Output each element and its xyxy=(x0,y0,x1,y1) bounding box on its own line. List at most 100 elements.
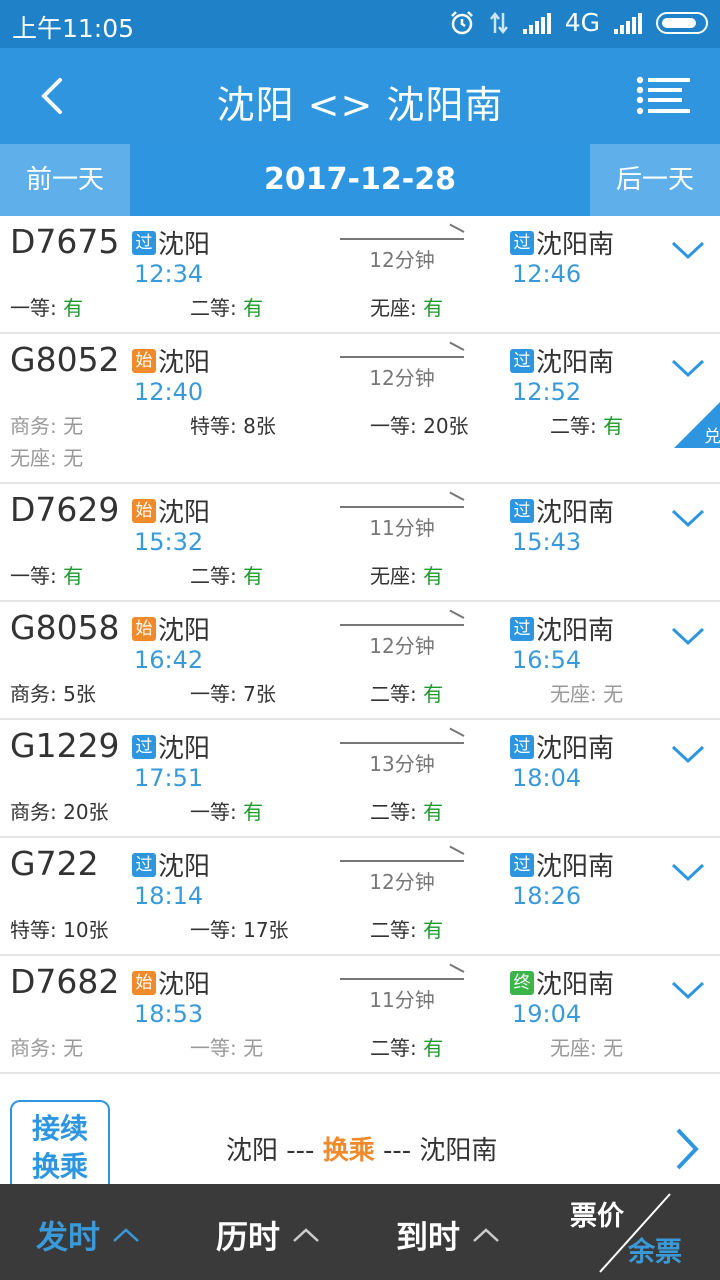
seat-availability: 一等: 无 xyxy=(190,1036,264,1060)
arrival-station: 过沈阳南 xyxy=(510,728,614,765)
status-time: 上午11:05 xyxy=(12,14,135,43)
departure-station: 始沈阳 xyxy=(132,342,210,379)
seat-availability: 特等: 10张 xyxy=(10,918,109,942)
chevron-up-icon xyxy=(113,1228,139,1242)
cell-signal-icon xyxy=(522,12,551,34)
departure-time: 18:14 xyxy=(134,882,204,910)
arrow-icon xyxy=(340,230,464,244)
seat-availability: 商务: 5张 xyxy=(10,682,96,706)
departure-time: 15:32 xyxy=(134,528,204,556)
transfer-row[interactable]: 接续 换乘 沈阳 --- 换乘 --- 沈阳南 xyxy=(0,1086,720,1184)
seat-availability: 二等: 有 xyxy=(190,564,264,588)
status-bar: 上午11:05 4G xyxy=(0,0,720,48)
train-number: G722 xyxy=(10,844,99,883)
seat-availability: 无座: 无 xyxy=(550,682,624,706)
station-tag: 始 xyxy=(132,970,156,995)
sort-bar: 发时 历时 到时 票价 余票 xyxy=(0,1184,720,1280)
chevron-down-icon[interactable] xyxy=(670,624,706,648)
station-tag: 过 xyxy=(510,734,534,759)
train-row[interactable]: G722 过沈阳 18:14 12分钟 过沈阳南 18:26 特等: 10张 一等: 17张 二… xyxy=(0,838,720,956)
station-tag: 过 xyxy=(510,852,534,877)
train-list: D7675 过沈阳 12:34 12分钟过沈阳南 12:46 一等: 有二等: 有无座: … xyxy=(0,216,720,1074)
chevron-down-icon[interactable] xyxy=(670,238,706,262)
seat-availability: 商务: 无 xyxy=(10,1036,84,1060)
next-day-button[interactable]: 后一天 xyxy=(590,144,720,216)
arrow-icon xyxy=(340,498,464,512)
selected-date[interactable]: 2017-12-28 xyxy=(130,144,590,216)
train-row[interactable]: D7682 始沈阳 18:53 11分钟 终沈阳南 19:04 商务: 无 一等: 无 二等: … xyxy=(0,956,720,1074)
arrival-time: 19:04 xyxy=(512,1000,582,1028)
travel-duration: 12分钟 xyxy=(340,230,464,273)
seat-availability: 无座: 有 xyxy=(370,296,444,320)
network-type: 4G xyxy=(564,8,600,37)
departure-time: 12:40 xyxy=(134,378,204,406)
arrival-time: 15:43 xyxy=(512,528,582,556)
sort-departure-button[interactable]: 发时 xyxy=(36,1212,140,1258)
chevron-down-icon[interactable] xyxy=(670,742,706,766)
chevron-down-icon[interactable] xyxy=(670,506,706,530)
chevron-down-icon[interactable] xyxy=(670,356,706,380)
seat-availability: 一等: 有 xyxy=(190,800,264,824)
train-number: D7629 xyxy=(10,490,120,529)
train-number: D7682 xyxy=(10,962,120,1001)
travel-duration: 13分钟 xyxy=(340,734,464,777)
travel-duration: 12分钟 xyxy=(340,348,464,391)
train-row[interactable]: D7675 过沈阳 12:34 12分钟 过沈阳南 12:46 一等: 有 二等: 有 无座: … xyxy=(0,216,720,334)
departure-time: 17:51 xyxy=(134,764,204,792)
chevron-right-icon[interactable] xyxy=(674,1126,702,1172)
train-number: G8052 xyxy=(10,340,120,379)
arrival-time: 18:26 xyxy=(512,882,582,910)
nav-bar: 沈阳 <> 沈阳南 xyxy=(0,48,720,144)
arrival-time: 12:52 xyxy=(512,378,582,406)
station-tag: 始 xyxy=(132,616,156,641)
seat-availability: 无座: 有 xyxy=(370,564,444,588)
station-tag: 过 xyxy=(132,734,156,759)
train-row[interactable]: G8052 始沈阳 12:40 12分钟 过沈阳南 12:52 商务: 无 特等: 8张 一等:… xyxy=(0,334,720,484)
seat-availability: 一等: 有 xyxy=(10,296,84,320)
seat-availability: 二等: 有 xyxy=(370,918,444,942)
chevron-down-icon[interactable] xyxy=(670,860,706,884)
train-number: G8058 xyxy=(10,608,120,647)
departure-station: 始沈阳 xyxy=(132,964,210,1001)
menu-list-icon[interactable] xyxy=(636,76,690,116)
sort-duration-button[interactable]: 历时 xyxy=(216,1212,320,1258)
seat-availability: 无座: 无 xyxy=(10,446,84,470)
price-tickets-toggle[interactable]: 票价 余票 xyxy=(560,1184,720,1280)
prev-day-button[interactable]: 前一天 xyxy=(0,144,130,216)
train-number: D7675 xyxy=(10,222,120,261)
departure-station: 过沈阳 xyxy=(132,846,210,883)
sort-arrival-button[interactable]: 到时 xyxy=(396,1212,500,1258)
cell-signal-icon-2 xyxy=(614,12,642,34)
seat-availability: 二等: 有 xyxy=(190,296,264,320)
arrival-station: 过沈阳南 xyxy=(510,492,614,529)
arrival-station: 过沈阳南 xyxy=(510,846,614,883)
train-row[interactable]: G8058 始沈阳 16:42 12分钟 过沈阳南 16:54 商务: 5张 一等: 7张 二等… xyxy=(0,602,720,720)
train-row[interactable]: D7629 始沈阳 15:32 11分钟 过沈阳南 15:43 一等: 有 二等: 有 无座: … xyxy=(0,484,720,602)
station-tag: 过 xyxy=(132,852,156,877)
travel-duration: 12分钟 xyxy=(340,852,464,895)
arrival-station: 过沈阳南 xyxy=(510,610,614,647)
arrival-time: 18:04 xyxy=(512,764,582,792)
seat-availability: 无座: 无 xyxy=(550,1036,624,1060)
station-tag: 终 xyxy=(510,970,534,995)
arrival-station: 过沈阳南 xyxy=(510,224,614,261)
seat-availability: 商务: 20张 xyxy=(10,800,109,824)
departure-station: 始沈阳 xyxy=(132,492,210,529)
station-tag: 过 xyxy=(510,230,534,255)
arrow-icon xyxy=(340,970,464,984)
arrow-icon xyxy=(340,348,464,362)
date-bar: 前一天 2017-12-28 后一天 xyxy=(0,144,720,216)
arrow-icon xyxy=(340,734,464,748)
arrival-time: 12:46 xyxy=(512,260,582,288)
departure-station: 始沈阳 xyxy=(132,610,210,647)
page-title: 沈阳 <> 沈阳南 xyxy=(216,83,504,127)
arrival-time: 16:54 xyxy=(512,646,582,674)
station-tag: 过 xyxy=(510,498,534,523)
train-row[interactable]: G1229 过沈阳 17:51 13分钟 过沈阳南 18:04 商务: 20张 一等: 有 二等… xyxy=(0,720,720,838)
exchange-corner-badge: 兑 xyxy=(674,402,720,448)
seat-availability: 二等: 有 xyxy=(550,414,624,438)
chevron-down-icon[interactable] xyxy=(670,978,706,1002)
arrival-station: 过沈阳南 xyxy=(510,342,614,379)
transfer-route: 沈阳 --- 换乘 --- 沈阳南 xyxy=(226,1136,498,1166)
alarm-icon xyxy=(450,10,473,34)
